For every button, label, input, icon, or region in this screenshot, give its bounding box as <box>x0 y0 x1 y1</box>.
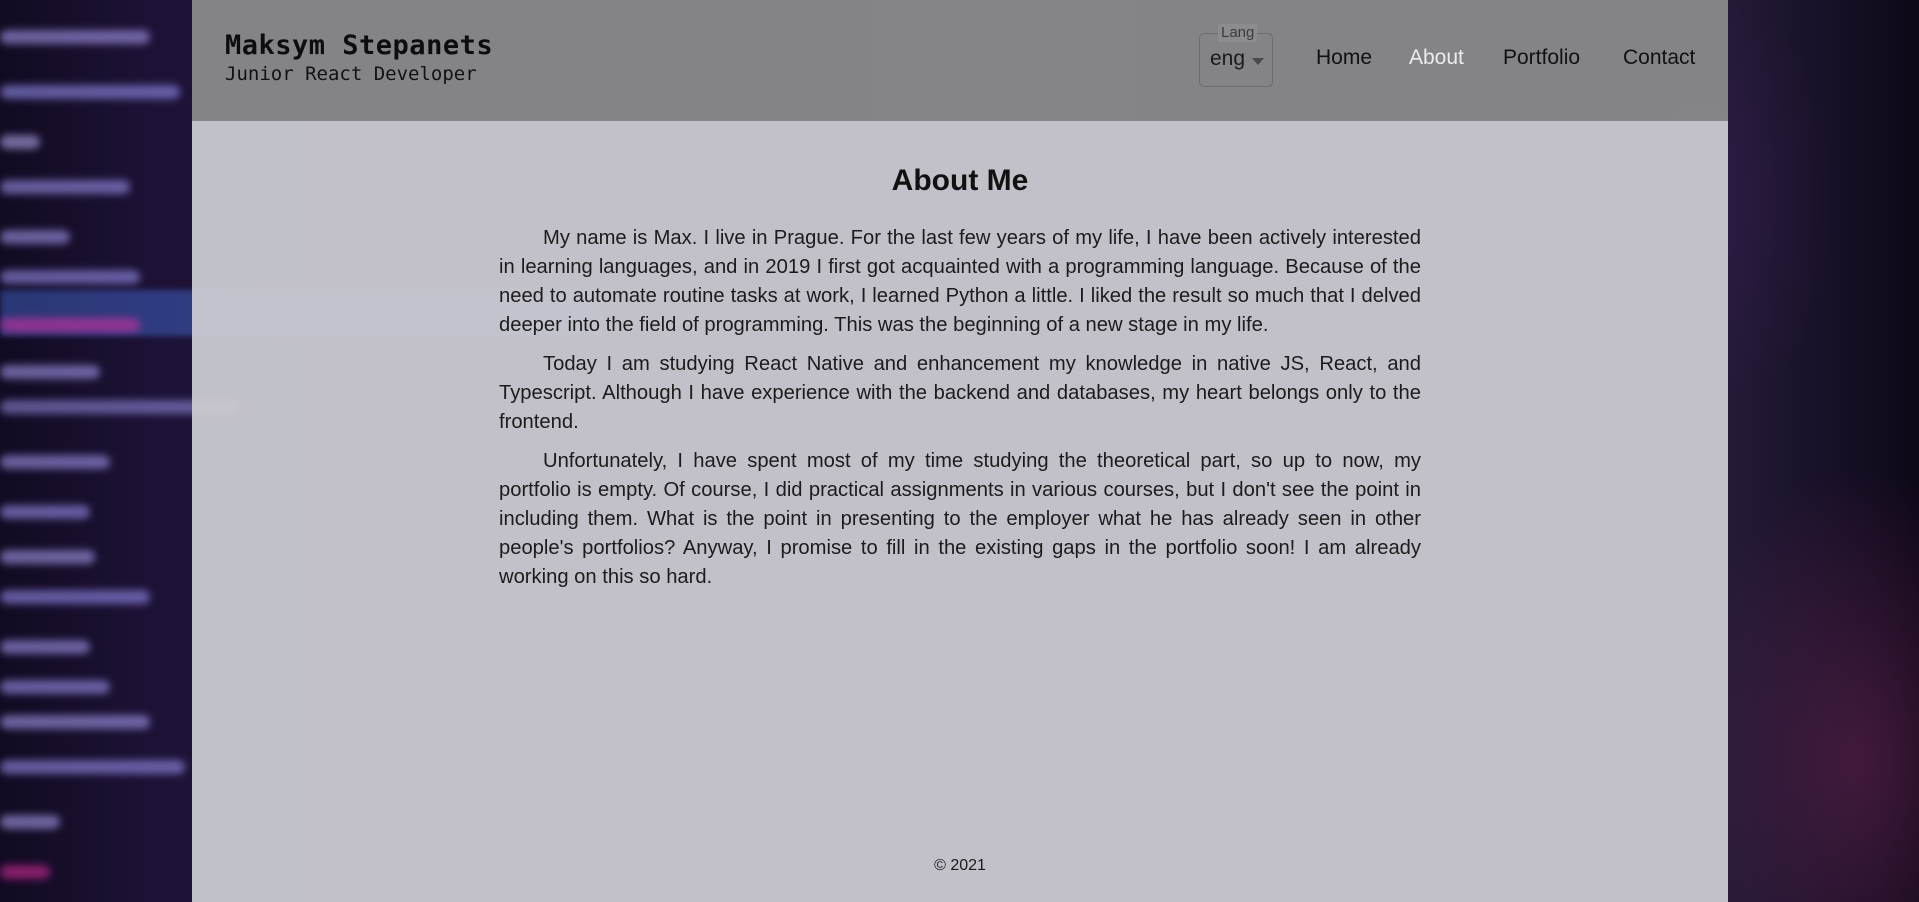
nav-link-portfolio[interactable]: Portfolio <box>1503 46 1580 70</box>
site-header: Maksym Stepanets Junior React Developer … <box>192 0 1728 121</box>
background-code-line <box>0 505 90 519</box>
background-code-line <box>0 640 90 654</box>
background-code-line <box>0 455 110 469</box>
background-code-line <box>0 590 150 604</box>
background-code-line <box>0 135 40 149</box>
about-paragraph: Unfortunately, I have spent most of my t… <box>499 450 1421 588</box>
nav-link-contact[interactable]: Contact <box>1623 46 1695 70</box>
nav-link-about[interactable]: About <box>1409 46 1464 70</box>
background-code-line <box>0 815 60 829</box>
chevron-down-icon <box>1252 58 1264 65</box>
background-code-line <box>0 365 100 379</box>
site-owner-name: Maksym Stepanets <box>225 30 494 61</box>
background-code-line <box>0 865 50 879</box>
nav-link-home[interactable]: Home <box>1316 46 1372 70</box>
language-select-label: Lang <box>1218 24 1258 42</box>
language-select[interactable]: Lang eng <box>1199 24 1273 87</box>
background-code-line <box>0 85 180 99</box>
page-title: About Me <box>891 164 1029 197</box>
about-paragraph: Today I am studying React Native and enh… <box>499 353 1421 433</box>
background-code-line <box>0 550 95 564</box>
language-select-value: eng <box>1210 47 1246 70</box>
about-paragraph: My name is Max. I live in Prague. For th… <box>499 227 1421 336</box>
copyright-footer: © 2021 <box>934 857 986 874</box>
background-code-line <box>0 715 150 729</box>
background-code-line <box>0 30 150 44</box>
background-code-line <box>0 180 130 194</box>
page-container: Maksym Stepanets Junior React Developer … <box>192 0 1728 902</box>
background-code-line <box>0 318 140 332</box>
about-text: My name is Max. I live in Prague. For th… <box>499 224 1421 602</box>
background-code-line <box>0 760 185 774</box>
background-code-line <box>0 230 70 244</box>
site-owner-role: Junior React Developer <box>225 63 477 85</box>
background-code-line <box>0 270 140 284</box>
background-code-line <box>0 680 110 694</box>
